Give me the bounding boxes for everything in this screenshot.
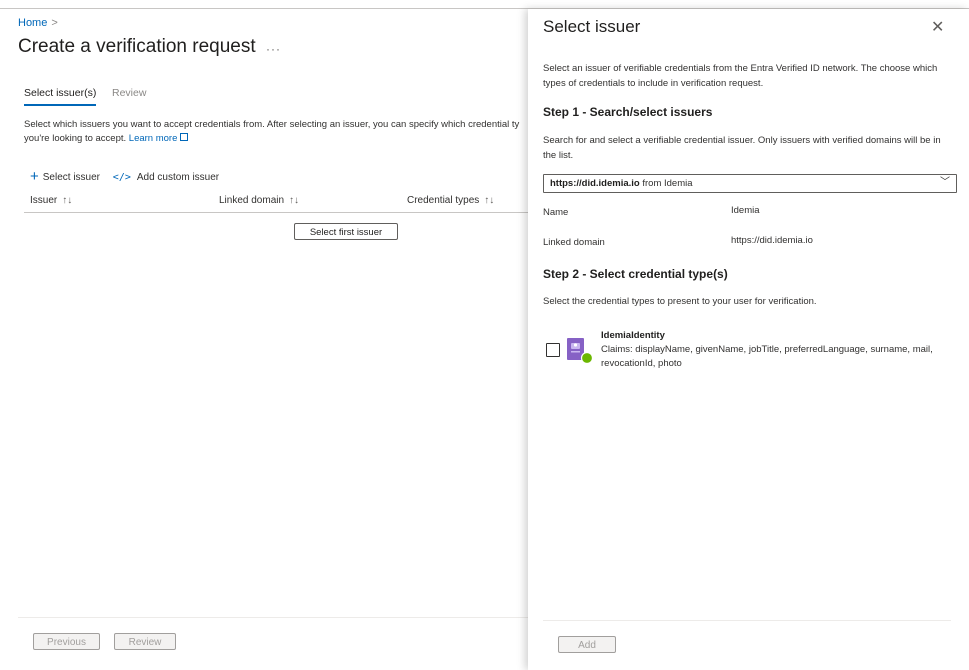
column-header-linked-domain[interactable]: Linked domain ↑↓ (219, 195, 299, 206)
step1-description: Search for and select a verifiable crede… (543, 135, 941, 161)
previous-button[interactable]: Previous (33, 633, 100, 650)
step2-heading: Step 2 - Select credential type(s) (543, 267, 728, 281)
review-button[interactable]: Review (114, 633, 176, 650)
select-issuer-label: Select issuer (42, 172, 101, 183)
external-link-icon (180, 133, 189, 141)
add-custom-issuer-label: Add custom issuer (136, 172, 220, 183)
footer-divider (18, 617, 528, 618)
column-issuer-label: Issuer (30, 195, 58, 206)
panel-intro: Select an issuer of verifiable credentia… (543, 63, 938, 89)
sort-icon: ↑↓ (62, 195, 73, 206)
description-line-1: Select which issuers you want to accept … (24, 119, 520, 130)
page-title: Create a verification request (18, 36, 256, 57)
column-header-issuer[interactable]: Issuer ↑↓ (30, 195, 72, 206)
more-icon[interactable]: ··· (266, 42, 281, 56)
breadcrumb: Home > (18, 17, 58, 29)
issuer-search-dropdown[interactable]: https://did.idemia.io from Idemia ﹀ (543, 174, 957, 193)
plus-icon: + (30, 168, 39, 185)
name-label: Name (543, 207, 569, 218)
selected-issuer-domain: https://did.idemia.io (550, 178, 640, 189)
linked-domain-label: Linked domain (543, 237, 605, 248)
tab-select-issuers[interactable]: Select issuer(s) (24, 87, 97, 106)
panel-footer-divider (543, 620, 951, 621)
learn-more-link[interactable]: Learn more (129, 133, 189, 144)
panel-title: Select issuer (543, 17, 641, 36)
sort-icon: ↑↓ (484, 195, 495, 206)
code-icon: </> (112, 172, 131, 183)
command-bar: + Select issuer </> Add custom issuer (30, 167, 229, 185)
tab-review[interactable]: Review (112, 87, 146, 99)
linked-domain-value: https://did.idemia.io (731, 235, 813, 246)
page-description: Select which issuers you want to accept … (24, 118, 528, 146)
description-line-2-text: you're looking to accept. (24, 133, 127, 144)
close-icon[interactable]: ✕ (931, 17, 944, 37)
chevron-down-icon: ﹀ (940, 177, 950, 188)
add-custom-issuer-button[interactable]: </> Add custom issuer (113, 172, 219, 183)
credential-claims: Claims: displayName, givenName, jobTitle… (601, 344, 933, 369)
sort-icon: ↑↓ (289, 195, 300, 206)
main-page: Home > Create a verification request ··· … (0, 9, 528, 670)
name-value: Idemia (731, 205, 760, 216)
step1-heading: Step 1 - Search/select issuers (543, 105, 713, 119)
chevron-right-icon: > (51, 17, 58, 29)
issuer-table-header: Issuer ↑↓ Linked domain ↑↓ Credential type… (24, 190, 528, 213)
add-button[interactable]: Add (558, 636, 616, 653)
select-first-issuer-button[interactable]: Select first issuer (294, 223, 398, 240)
credential-logo-icon (567, 338, 593, 364)
credential-title: IdemiaIdentity (601, 330, 665, 341)
breadcrumb-home-link[interactable]: Home (18, 17, 47, 29)
credential-checkbox[interactable] (546, 343, 560, 357)
step2-description: Select the credential types to present t… (543, 296, 817, 307)
learn-more-label: Learn more (128, 133, 178, 144)
column-header-credential-types[interactable]: Credential types ↑↓ (407, 195, 494, 206)
selected-issuer-from: from Idemia (642, 178, 693, 189)
description-line-2: you're looking to accept. Learn more (24, 132, 528, 146)
column-credential-types-label: Credential types (407, 195, 480, 206)
select-issuer-panel: Select issuer ✕ Select an issuer of veri… (528, 9, 969, 670)
select-issuer-button[interactable]: + Select issuer (30, 167, 101, 185)
column-linked-domain-label: Linked domain (219, 195, 285, 206)
